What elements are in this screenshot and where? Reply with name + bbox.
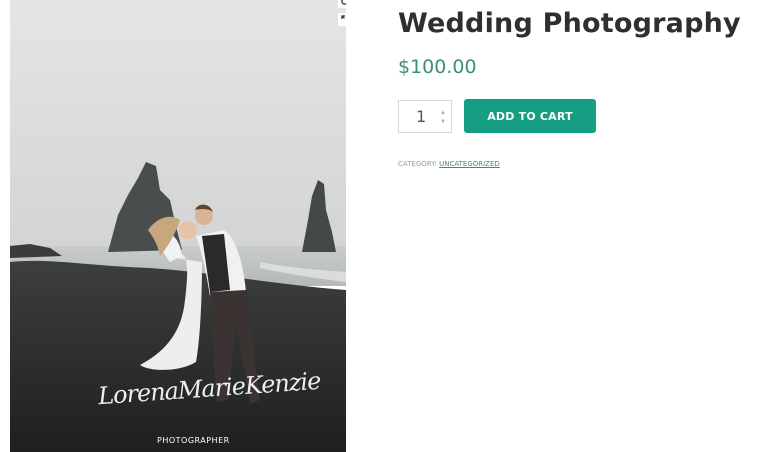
quantity-stepper[interactable]: 1 ▲ ▼ <box>398 100 452 133</box>
photographer-caption: PHOTOGRAPHER <box>157 436 230 445</box>
expand-icon[interactable] <box>338 13 346 26</box>
product-meta: CATEGORY: UNCATEGORIZED <box>398 160 500 168</box>
product-price: $100.00 <box>398 56 477 78</box>
magnifier-icon[interactable] <box>338 0 346 8</box>
category-link[interactable]: UNCATEGORIZED <box>439 160 500 168</box>
quantity-value[interactable]: 1 <box>416 107 426 126</box>
product-image[interactable]: LorenaMarieKenzie PHOTOGRAPHER <box>10 0 346 452</box>
chevron-up-icon[interactable]: ▲ <box>439 109 447 117</box>
category-label: CATEGORY: <box>398 160 437 168</box>
product-title: Wedding Photography <box>398 8 741 39</box>
add-to-cart-button[interactable]: ADD TO CART <box>464 99 596 133</box>
chevron-down-icon[interactable]: ▼ <box>439 118 447 126</box>
